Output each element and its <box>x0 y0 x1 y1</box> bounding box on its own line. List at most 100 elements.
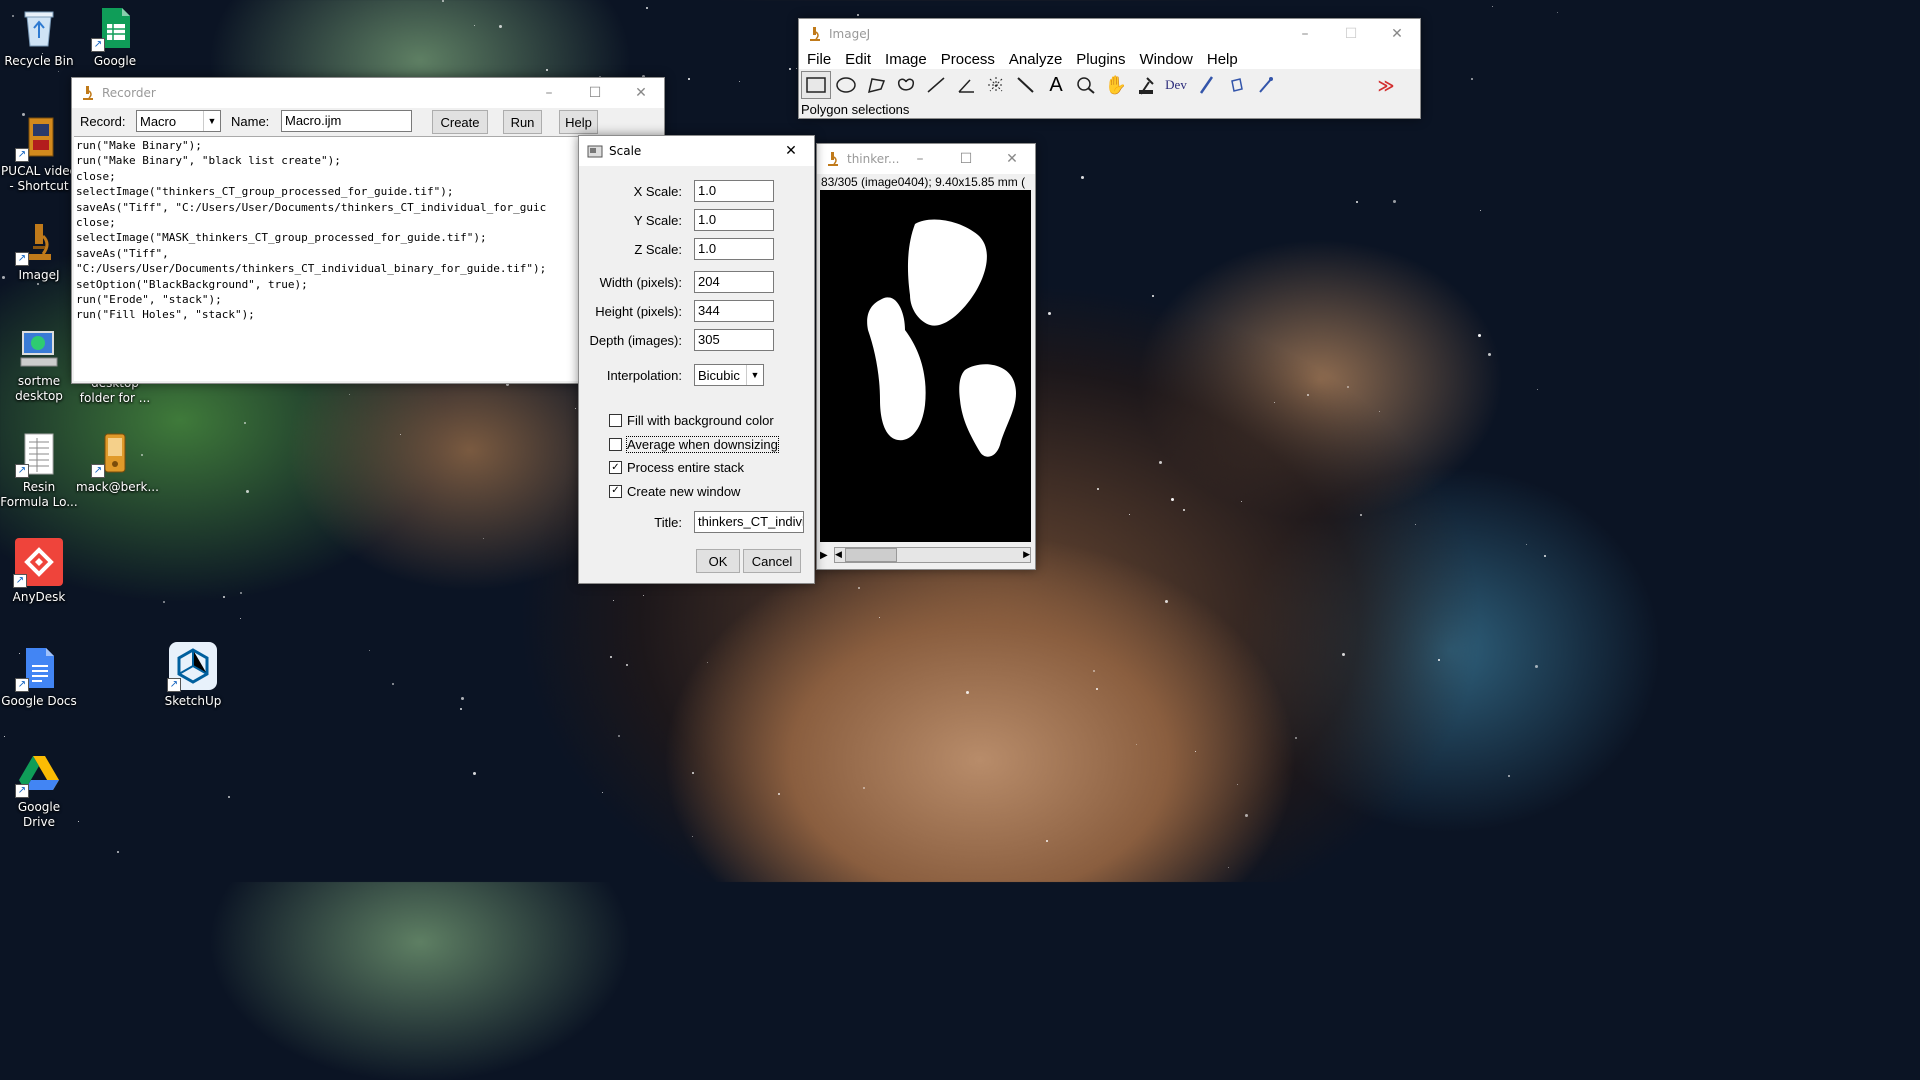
star <box>240 618 241 619</box>
menu-analyze[interactable]: Analyze <box>1009 51 1062 68</box>
menu-process[interactable]: Process <box>941 51 995 68</box>
imagej-titlebar[interactable]: ImageJ – ☐ ✕ <box>799 19 1420 49</box>
record-select[interactable]: Macro ▼ <box>136 110 221 132</box>
scale-field-input[interactable]: 344 <box>694 300 774 322</box>
scroll-right-icon[interactable]: ▶ <box>1023 550 1030 560</box>
oval-tool[interactable] <box>831 71 861 99</box>
desktop-icon-recycle-bin[interactable]: Recycle Bin <box>0 6 78 69</box>
empty-tool-slot[interactable] <box>1341 71 1371 99</box>
image-titlebar[interactable]: thinker... – ☐ ✕ <box>817 144 1035 174</box>
cancel-button[interactable]: Cancel <box>743 549 801 573</box>
scroll-thumb[interactable] <box>845 548 897 562</box>
magnifier-tool[interactable] <box>1071 71 1101 99</box>
checkbox-checked-icon[interactable]: ✓ <box>609 484 622 498</box>
more-tools-icon[interactable]: ≫ <box>1371 71 1401 99</box>
checkbox-row[interactable]: ✓ Create new window <box>609 480 778 504</box>
star <box>1295 737 1297 739</box>
checkbox-row[interactable]: Average when downsizing <box>609 433 779 457</box>
ok-button[interactable]: OK <box>696 549 740 573</box>
scroll-left-icon[interactable]: ◀ <box>835 550 842 560</box>
play-animation-icon[interactable]: ▶ <box>820 550 834 561</box>
line-tool[interactable] <box>921 71 951 99</box>
scale-field-input[interactable]: 1.0 <box>694 209 774 231</box>
desktop-icon-anydesk[interactable]: ↗ AnyDesk <box>0 538 78 605</box>
recorder-titlebar[interactable]: Recorder – ☐ ✕ <box>72 78 664 108</box>
slice-scrollbar[interactable]: ◀ ▶ <box>834 547 1031 563</box>
star <box>78 821 79 822</box>
checkbox-row[interactable]: ✓ Process entire stack <box>609 456 778 480</box>
checkbox-unchecked-icon[interactable] <box>609 437 622 451</box>
close-button[interactable]: ✕ <box>618 78 664 108</box>
star <box>223 596 225 598</box>
maximize-button[interactable]: ☐ <box>572 78 618 108</box>
menu-window[interactable]: Window <box>1140 51 1193 68</box>
maximize-button[interactable]: ☐ <box>943 144 989 174</box>
desktop-icon-google[interactable]: ↗ Google <box>76 6 154 69</box>
desktop-icon-google-docs[interactable]: ↗ Google Docs <box>0 646 78 709</box>
create-button[interactable]: Create <box>432 110 488 134</box>
menu-help[interactable]: Help <box>1207 51 1238 68</box>
scale-field-label: Z Scale: <box>634 242 682 257</box>
checkbox-checked-icon[interactable]: ✓ <box>609 461 622 475</box>
angle-tool[interactable] <box>951 71 981 99</box>
pencil-tool[interactable] <box>1251 71 1281 99</box>
scale-field-input[interactable]: 204 <box>694 271 774 293</box>
close-button[interactable]: ✕ <box>1374 19 1420 49</box>
brush-tool[interactable] <box>1191 71 1221 99</box>
checkbox-unchecked-icon[interactable] <box>609 414 622 428</box>
star <box>575 408 576 409</box>
rectangle-tool[interactable] <box>801 71 831 99</box>
star <box>1508 775 1510 777</box>
interpolation-select[interactable]: Bicubic ▼ <box>694 364 764 386</box>
text-tool[interactable]: A <box>1041 71 1071 99</box>
desktop-icon-imagej[interactable]: ↗ ImageJ <box>0 220 78 283</box>
window-title: ImageJ <box>829 27 871 41</box>
star <box>4 736 5 737</box>
menu-plugins[interactable]: Plugins <box>1076 51 1125 68</box>
shortcut-arrow-icon: ↗ <box>167 678 181 692</box>
close-button[interactable]: ✕ <box>989 144 1035 174</box>
menu-edit[interactable]: Edit <box>845 51 871 68</box>
flood-fill-tool[interactable] <box>1221 71 1251 99</box>
image-canvas[interactable] <box>820 190 1031 542</box>
wand-tool[interactable] <box>1011 71 1041 99</box>
run-button[interactable]: Run <box>503 110 542 134</box>
star <box>1245 814 1248 817</box>
desktop-icon-google-drive[interactable]: ↗ Google Drive <box>0 752 78 830</box>
empty-tool-slot[interactable] <box>1281 71 1311 99</box>
desktop-icon-pucal-video[interactable]: ↗ PUCAL video - Shortcut <box>0 116 78 194</box>
minimize-button[interactable]: – <box>1282 19 1328 49</box>
record-label: Record: <box>80 114 126 129</box>
macro-text-area[interactable]: run("Make Binary"); run("Make Binary", "b… <box>74 136 662 381</box>
close-button[interactable]: ✕ <box>768 136 814 166</box>
dev-tool[interactable]: Dev <box>1161 71 1191 99</box>
point-tool[interactable] <box>981 71 1011 99</box>
star <box>1360 514 1362 516</box>
title-input[interactable]: thinkers_CT_indivi <box>694 511 804 533</box>
desktop-icon-resin-formula[interactable]: ↗ Resin Formula Lo... <box>0 432 78 510</box>
minimize-button[interactable]: – <box>526 78 572 108</box>
hand-tool[interactable]: ✋ <box>1101 71 1131 99</box>
empty-tool-slot[interactable] <box>1311 71 1341 99</box>
desktop-icon-mack[interactable]: ↗ mack@berk... <box>76 432 159 495</box>
desktop-icon-sketchup[interactable]: ↗ SketchUp <box>154 642 232 709</box>
desktop-icon-sortme[interactable]: sortme desktop <box>0 326 78 404</box>
macro-name-input[interactable]: Macro.ijm <box>281 110 412 132</box>
menu-file[interactable]: File <box>807 51 831 68</box>
scale-field-input[interactable]: 1.0 <box>694 180 774 202</box>
minimize-button[interactable]: – <box>897 144 943 174</box>
dropper-tool[interactable] <box>1131 71 1161 99</box>
scale-field-input[interactable]: 305 <box>694 329 774 351</box>
freehand-tool[interactable] <box>891 71 921 99</box>
checkbox-label: Fill with background color <box>627 413 774 429</box>
binary-mask-image <box>867 219 1017 457</box>
stack-scrollbar[interactable]: ▶ ◀ ▶ <box>820 547 1031 563</box>
maximize-button[interactable]: ☐ <box>1328 19 1374 49</box>
help-button[interactable]: Help <box>559 110 598 134</box>
menu-image[interactable]: Image <box>885 51 927 68</box>
scale-titlebar[interactable]: Scale ✕ <box>579 136 814 166</box>
polygon-tool[interactable] <box>861 71 891 99</box>
checkbox-row[interactable]: Fill with background color <box>609 409 778 433</box>
star <box>1379 411 1380 412</box>
scale-field-input[interactable]: 1.0 <box>694 238 774 260</box>
